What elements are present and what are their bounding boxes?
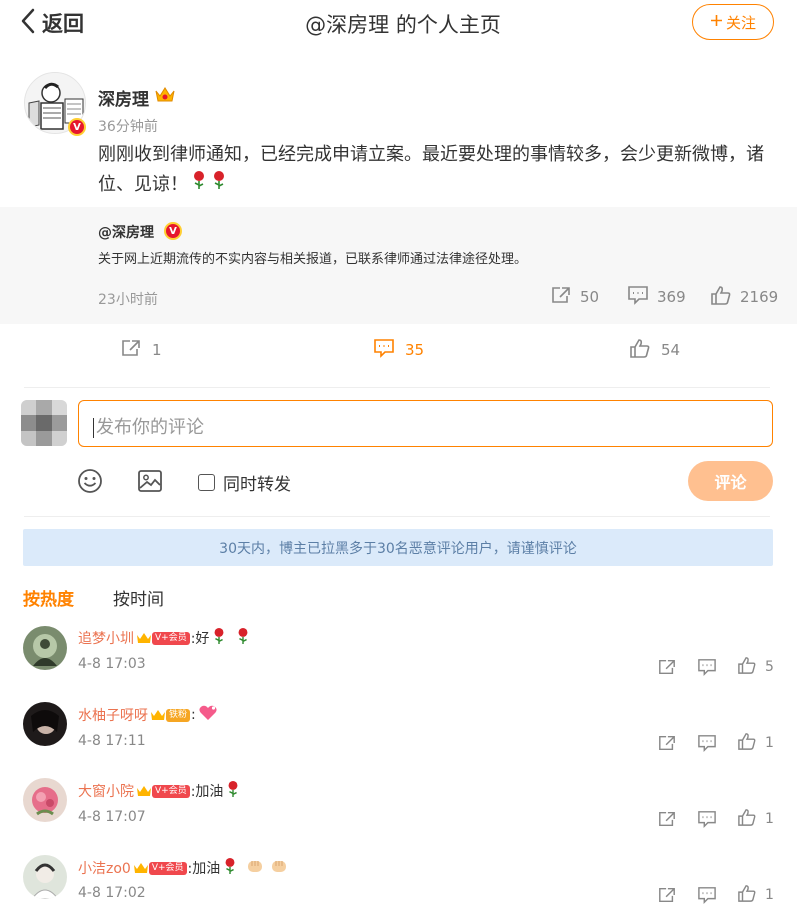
commenter-avatar[interactable] <box>23 626 67 670</box>
comment-like-button[interactable]: 1 <box>737 732 774 754</box>
repost-button[interactable]: 1 <box>120 338 162 362</box>
comment-time: 4-8 17:03 <box>78 656 146 672</box>
post-text: 刚刚收到律师通知，已经完成申请立案。最近要处理的事情较多，会少更新微博，诸位、见… <box>98 140 788 200</box>
comment-time: 4-8 17:02 <box>78 885 146 901</box>
share-icon[interactable] <box>657 658 677 676</box>
comment-icon[interactable] <box>697 734 717 752</box>
thumbs-up-icon <box>737 808 757 830</box>
comment-time: 4-8 17:07 <box>78 809 146 825</box>
like-button[interactable]: 54 <box>629 338 680 362</box>
commenter-name[interactable]: 追梦小圳 <box>78 628 134 648</box>
commenter-name[interactable]: 大窗小院 <box>78 781 134 801</box>
comment-like-button[interactable]: 5 <box>737 656 774 678</box>
fist-icon <box>246 858 264 878</box>
divider <box>24 387 770 388</box>
comment-like-button[interactable]: 1 <box>737 884 774 906</box>
vip-badge: V+会员 <box>148 861 187 875</box>
follow-label: 关注 <box>725 13 756 32</box>
heart-icon <box>198 704 218 726</box>
comment-button[interactable]: 35 <box>373 338 424 362</box>
repost-reposts[interactable]: 50 <box>550 285 599 309</box>
comment-text: :好 <box>190 631 210 647</box>
crown-icon <box>150 708 166 722</box>
post-time: 36分钟前 <box>98 119 158 135</box>
rose-icon <box>222 857 238 879</box>
smiley-icon[interactable] <box>77 468 103 498</box>
commenter-avatar[interactable] <box>23 702 67 746</box>
thumbs-up-icon <box>737 732 757 754</box>
comment-icon[interactable] <box>697 886 717 904</box>
fan-badge: 铁粉 <box>166 708 191 722</box>
comment-line: 水柚子呀呀 铁粉 : <box>78 704 218 726</box>
comment-line: 大窗小院 V+会员 :加油 <box>78 780 241 802</box>
comment-input[interactable]: 发布你的评论 <box>78 400 773 447</box>
comment-line: 追梦小圳 V+会员 :好 <box>78 627 251 649</box>
comment-actions: 1 <box>657 808 774 830</box>
commenter-name[interactable]: 小洁zo0 <box>78 858 131 878</box>
thumbs-up-icon <box>737 884 757 906</box>
commenter-avatar[interactable] <box>23 855 67 899</box>
my-avatar <box>21 400 67 446</box>
commenter-name[interactable]: 水柚子呀呀 <box>78 705 148 725</box>
comment-actions: 1 <box>657 732 774 754</box>
checkbox-box[interactable] <box>198 474 215 491</box>
post-author-name[interactable]: 深房理 <box>98 85 149 110</box>
thumbs-up-icon <box>737 656 757 678</box>
comment-text: : <box>191 707 196 723</box>
crown-icon <box>136 631 152 645</box>
plus-icon <box>710 13 723 31</box>
comment-actions: 5 <box>657 656 774 678</box>
crown-icon <box>133 861 149 875</box>
crown-icon <box>154 85 176 109</box>
vip-badge: V+会员 <box>152 631 190 645</box>
comment-icon <box>627 285 649 309</box>
rose-icon <box>210 170 228 200</box>
commenter-avatar[interactable] <box>23 778 67 822</box>
follow-button[interactable]: 关注 <box>692 4 774 40</box>
comment-icon[interactable] <box>697 810 717 828</box>
repost-likes[interactable]: 2169 <box>710 285 778 309</box>
rose-icon <box>225 780 241 802</box>
thumbs-up-icon <box>629 338 651 362</box>
repost-author[interactable]: @深房理 <box>98 222 154 242</box>
comment-time: 4-8 17:11 <box>78 733 146 749</box>
share-icon[interactable] <box>657 886 677 904</box>
repost-time: 23小时前 <box>98 292 158 308</box>
thumbs-up-icon <box>710 285 732 309</box>
vip-badge: V+会员 <box>152 784 190 798</box>
tab-by-time[interactable]: 按时间 <box>113 585 164 610</box>
submit-comment-button[interactable]: 评论 <box>688 461 773 501</box>
divider <box>24 516 770 517</box>
notice-banner: 30天内，博主已拉黑多于30名恶意评论用户，请谨慎评论 <box>23 529 773 566</box>
also-repost-checkbox[interactable]: 同时转发 <box>198 470 291 495</box>
rose-icon <box>211 627 227 649</box>
comment-line: 小洁zo0 V+会员 :加油 <box>78 857 288 879</box>
comment-placeholder: 发布你的评论 <box>96 417 204 438</box>
repost-comments[interactable]: 369 <box>627 285 686 309</box>
comment-text: :加油 <box>190 784 224 800</box>
crown-icon <box>136 784 152 798</box>
rose-icon <box>235 627 251 649</box>
share-icon[interactable] <box>657 734 677 752</box>
share-icon <box>120 338 142 362</box>
page-title: @深房理 的个人主页 <box>305 13 501 37</box>
repost-text: 关于网上近期流传的不实内容与相关报道，已联系律师通过法律途径处理。 <box>98 252 528 267</box>
verified-badge-icon: V <box>68 118 86 136</box>
share-icon[interactable] <box>657 810 677 828</box>
comment-text: :加油 <box>187 861 221 877</box>
share-icon <box>550 285 572 309</box>
comment-actions: 1 <box>657 884 774 906</box>
verified-badge-icon: V <box>164 222 182 240</box>
tab-by-popularity[interactable]: 按热度 <box>23 585 74 610</box>
fist-icon <box>270 858 288 878</box>
comment-like-button[interactable]: 1 <box>737 808 774 830</box>
image-icon[interactable] <box>137 469 163 497</box>
rose-icon <box>190 170 208 200</box>
comment-icon <box>373 338 395 362</box>
comment-icon[interactable] <box>697 658 717 676</box>
